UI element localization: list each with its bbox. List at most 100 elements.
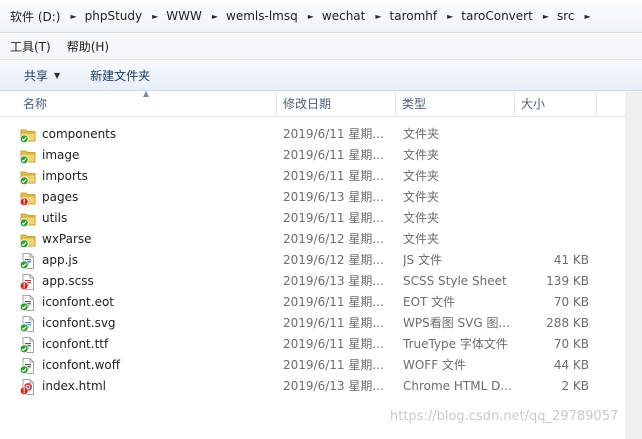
breadcrumb-item-label: src (556, 9, 575, 23)
file-date: 2019/6/11 星期... (283, 211, 384, 225)
file-name-cell[interactable]: iconfont.svg (19, 313, 274, 334)
chevron-right-icon[interactable]: ► (375, 12, 381, 21)
file-name-cell[interactable]: app.scss (19, 271, 274, 292)
chevron-right-icon[interactable]: ► (585, 12, 591, 21)
table-row[interactable]: iconfont.woff 2019/6/11 星期... WOFF 文件 44 KB (19, 355, 597, 376)
file-date: 2019/6/11 星期... (283, 148, 384, 162)
file-name-cell[interactable]: components (19, 124, 274, 145)
file-date: 2019/6/11 星期... (283, 295, 384, 309)
breadcrumb: 软件 (D:) ► phpStudy ► WWW ► wemls-lmsq ► wechat ► t… (0, 0, 642, 33)
table-row[interactable]: imports 2019/6/11 星期... 文件夹 (19, 166, 597, 187)
table-row[interactable]: iconfont.ttf 2019/6/11 星期... TrueType 字体文件… (19, 334, 597, 355)
file-date: 2019/6/13 星期... (283, 274, 384, 288)
breadcrumb-item[interactable]: 软件 (D:) ► (8, 5, 83, 27)
new-folder-button[interactable]: 新建文件夹 (83, 65, 157, 87)
file-name-cell[interactable]: imports (19, 166, 274, 187)
table-row[interactable]: components 2019/6/11 星期... 文件夹 (19, 124, 597, 145)
file-name: app.scss (42, 274, 94, 288)
file-date: 2019/6/12 星期... (283, 232, 384, 246)
file-size: 70 KB (553, 337, 589, 351)
file-name-cell[interactable]: pages (19, 187, 274, 208)
column-divider[interactable] (596, 92, 597, 116)
file-name: utils (42, 211, 68, 225)
file-type: Chrome HTML D... (403, 379, 512, 393)
chevron-right-icon[interactable]: ► (70, 12, 76, 21)
table-row[interactable]: wxParse 2019/6/12 星期... 文件夹 (19, 229, 597, 250)
share-label: 共享 (24, 69, 49, 83)
chevron-right-icon[interactable]: ► (308, 12, 314, 21)
file-date: 2019/6/11 星期... (283, 358, 384, 372)
menu-tools[interactable]: 工具(T) (4, 37, 57, 57)
column-type[interactable]: 类型 (396, 92, 514, 116)
file-type: SCSS Style Sheet (403, 274, 507, 288)
file-name-cell[interactable]: utils (19, 208, 274, 229)
breadcrumb-item[interactable]: taroConvert ► (459, 5, 555, 27)
file-name: pages (42, 190, 79, 204)
column-size[interactable]: 大小 (515, 92, 596, 116)
file-size (514, 229, 589, 250)
file-name-cell[interactable]: index.html (19, 376, 274, 397)
file-size (514, 124, 589, 145)
scss-file-modified-icon (19, 273, 37, 291)
file-name-cell[interactable]: iconfont.eot (19, 292, 274, 313)
new-folder-label: 新建文件夹 (90, 69, 151, 83)
file-name-cell[interactable]: iconfont.woff (19, 355, 274, 376)
file-type: WOFF 文件 (403, 358, 466, 372)
file-date: 2019/6/11 星期... (283, 169, 384, 183)
file-name: image (42, 148, 80, 162)
file-name: imports (42, 169, 88, 183)
breadcrumb-item-label: 软件 (D:) (10, 9, 61, 24)
column-type-label: 类型 (402, 97, 427, 111)
file-size: 44 KB (553, 358, 589, 372)
chevron-right-icon[interactable]: ► (152, 12, 158, 21)
file-size (514, 187, 589, 208)
vertical-scrollbar[interactable] (625, 92, 642, 439)
breadcrumb-item[interactable]: phpStudy ► (83, 5, 165, 27)
folder-sync-ok-icon (19, 210, 37, 228)
file-type: 文件夹 (403, 190, 440, 204)
chevron-down-icon: ▼ (54, 71, 61, 80)
breadcrumb-item[interactable]: wechat ► (320, 5, 388, 27)
file-name: components (42, 127, 117, 141)
table-row[interactable]: utils 2019/6/11 星期... 文件夹 (19, 208, 597, 229)
file-date: 2019/6/13 星期... (283, 379, 384, 393)
breadcrumb-item-label: taroConvert (461, 9, 533, 23)
table-row[interactable]: image 2019/6/11 星期... 文件夹 (19, 145, 597, 166)
table-row[interactable]: pages 2019/6/13 星期... 文件夹 (19, 187, 597, 208)
breadcrumb-item[interactable]: src ► (555, 5, 597, 27)
folder-sync-ok-icon (19, 126, 37, 144)
table-row[interactable]: app.scss 2019/6/13 星期... SCSS Style Sheet 1… (19, 271, 597, 292)
table-row[interactable]: iconfont.eot 2019/6/11 星期... EOT 文件 70 KB (19, 292, 597, 313)
breadcrumb-item[interactable]: taromhf ► (388, 5, 460, 27)
file-name: wxParse (42, 232, 92, 246)
file-size (514, 208, 589, 229)
file-name-cell[interactable]: app.js (19, 250, 274, 271)
chevron-right-icon[interactable]: ► (543, 12, 549, 21)
folder-sync-ok-icon (19, 231, 37, 249)
table-row[interactable]: app.js 2019/6/12 星期... JS 文件 41 KB (19, 250, 597, 271)
breadcrumb-item[interactable]: wemls-lmsq ► (224, 5, 320, 27)
file-name: app.js (42, 253, 78, 267)
table-row[interactable]: index.html 2019/6/13 星期... Chrome HTML D..… (19, 376, 597, 397)
file-size: 70 KB (553, 295, 589, 309)
file-size (514, 145, 589, 166)
file-type: TrueType 字体文件 (403, 337, 508, 351)
file-type: 文件夹 (403, 127, 440, 141)
column-date[interactable]: 修改日期 (277, 92, 395, 116)
file-name: index.html (42, 379, 106, 393)
chevron-right-icon[interactable]: ► (447, 12, 453, 21)
table-row[interactable]: iconfont.svg 2019/6/11 星期... WPS看图 SVG 图..… (19, 313, 597, 334)
breadcrumb-item-label: wemls-lmsq (226, 9, 298, 23)
woff-file-sync-ok-icon (19, 357, 37, 375)
file-date: 2019/6/11 星期... (283, 337, 384, 351)
folder-modified-icon (19, 189, 37, 207)
share-button[interactable]: 共享 ▼ (17, 65, 67, 87)
toolbar: 共享 ▼ 新建文件夹 (0, 61, 642, 91)
file-name-cell[interactable]: wxParse (19, 229, 274, 250)
file-name: iconfont.eot (42, 295, 114, 309)
file-name-cell[interactable]: image (19, 145, 274, 166)
menu-help[interactable]: 帮助(H) (61, 37, 115, 57)
file-name-cell[interactable]: iconfont.ttf (19, 334, 274, 355)
breadcrumb-item[interactable]: WWW ► (164, 5, 224, 27)
chevron-right-icon[interactable]: ► (212, 12, 218, 21)
